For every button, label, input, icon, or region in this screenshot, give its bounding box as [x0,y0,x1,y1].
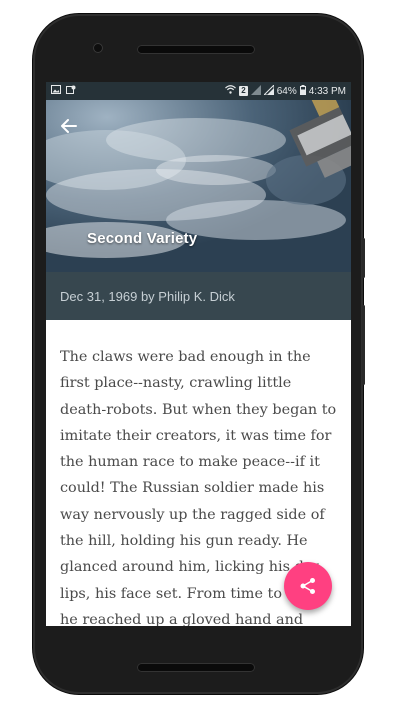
signal-icon [250,84,261,98]
notification-icon [66,85,76,98]
byline: Dec 31, 1969 by Philip K. Dick [60,288,235,304]
status-bar: 2 64% 4:33 PM [46,82,351,100]
app-screen: 2 64% 4:33 PM Second Variety Dec 31, 196… [46,82,351,626]
volume-button [362,238,365,278]
wifi-icon [225,85,237,97]
arrow-left-icon [61,119,77,133]
back-button[interactable] [56,114,82,138]
battery-percent: 64% [276,85,297,97]
battery-icon [299,84,306,98]
share-button[interactable] [284,562,332,610]
byline-bar: Dec 31, 1969 by Philip K. Dick [46,272,351,320]
header-image: Second Variety [46,100,351,272]
front-camera [93,43,103,53]
image-icon [51,85,61,97]
earpiece-speaker [137,45,255,54]
signal-icon [262,83,275,98]
sim-badge: 2 [239,86,248,96]
power-button [362,305,365,385]
story-title: Second Variety [87,230,198,247]
share-icon [300,578,315,594]
bottom-speaker [137,663,255,672]
clock: 4:33 PM [308,85,346,97]
